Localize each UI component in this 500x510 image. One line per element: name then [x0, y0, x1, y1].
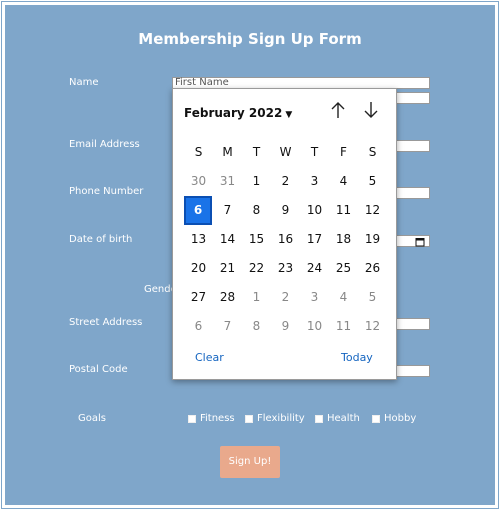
weekday-header: T	[252, 145, 261, 159]
calendar-day[interactable]: 8	[242, 196, 271, 224]
calendar-day[interactable]: 10	[300, 312, 329, 340]
street-input[interactable]	[396, 318, 430, 330]
calendar-day[interactable]: 18	[329, 225, 358, 253]
calendar-day[interactable]: 17	[300, 225, 329, 253]
calendar-day[interactable]: 4	[329, 167, 358, 195]
calendar-day[interactable]: 15	[242, 225, 271, 253]
phone-label: Phone Number	[69, 186, 144, 197]
calendar-day[interactable]: 30	[184, 167, 213, 195]
name-label: Name	[69, 77, 99, 88]
calendar-day[interactable]: 9	[271, 196, 300, 224]
weekday-header: F	[340, 145, 347, 159]
checkbox[interactable]	[188, 414, 196, 423]
weekday-header: T	[310, 145, 319, 159]
form-title: Membership Sign Up Form	[138, 30, 362, 48]
calendar-day[interactable]: 22	[242, 254, 271, 282]
goal-hobby[interactable]: Hobby	[372, 413, 416, 424]
postal-label: Postal Code	[69, 364, 128, 375]
calendar-day[interactable]: 28	[213, 283, 242, 311]
street-label: Street Address	[69, 317, 143, 328]
calendar-day[interactable]: 3	[300, 167, 329, 195]
calendar-day[interactable]: 16	[271, 225, 300, 253]
calendar-day[interactable]: 25	[329, 254, 358, 282]
checkbox[interactable]	[315, 414, 323, 423]
weekday-header: W	[279, 145, 292, 159]
goals-label: Goals	[78, 413, 106, 424]
calendar-day[interactable]: 2	[271, 283, 300, 311]
postal-input[interactable]	[396, 365, 430, 377]
calendar-day[interactable]: 23	[271, 254, 300, 282]
email-input[interactable]	[396, 140, 430, 152]
month-select[interactable]: February 2022 ▼	[184, 106, 292, 120]
checkbox[interactable]	[372, 414, 380, 423]
goal-flexibility[interactable]: Flexibility	[245, 413, 305, 424]
today-button[interactable]: Today	[341, 351, 373, 364]
calendar-day[interactable]: 4	[329, 283, 358, 311]
calendar-day[interactable]: 6	[184, 196, 212, 225]
calendar-day[interactable]: 27	[184, 283, 213, 311]
calendar-day[interactable]: 7	[213, 312, 242, 340]
calendar-day[interactable]: 11	[329, 196, 358, 224]
weekday-header: S	[368, 145, 377, 159]
calendar-day[interactable]: 7	[213, 196, 242, 224]
calendar-day[interactable]: 31	[213, 167, 242, 195]
dob-label: Date of birth	[69, 234, 133, 245]
calendar-day[interactable]: 13	[184, 225, 213, 253]
goal-fitness[interactable]: Fitness	[188, 413, 235, 424]
calendar-day[interactable]: 5	[358, 283, 387, 311]
calendar-day[interactable]: 6	[184, 312, 213, 340]
calendar-icon[interactable]	[415, 237, 425, 247]
weekday-header: S	[194, 145, 203, 159]
sign-up-button[interactable]: Sign Up!	[220, 446, 280, 478]
calendar-day[interactable]: 10	[300, 196, 329, 224]
date-picker-popup: February 2022 ▼ SMTWTFS 30 31 1 2 3 4 5 6 7 8 9 10 11…	[172, 88, 397, 380]
goal-health[interactable]: Health	[315, 413, 360, 424]
calendar-day[interactable]: 1	[242, 283, 271, 311]
checkbox[interactable]	[245, 414, 253, 423]
calendar-day[interactable]: 3	[300, 283, 329, 311]
weekday-header: M	[222, 145, 233, 159]
email-label: Email Address	[69, 139, 140, 150]
arrow-up-icon[interactable]	[330, 101, 346, 124]
calendar-day[interactable]: 2	[271, 167, 300, 195]
calendar-day[interactable]: 11	[329, 312, 358, 340]
calendar-day[interactable]: 9	[271, 312, 300, 340]
calendar-day[interactable]: 21	[213, 254, 242, 282]
calendar-day[interactable]: 24	[300, 254, 329, 282]
caret-down-icon: ▼	[285, 110, 293, 120]
calendar-day[interactable]: 12	[358, 312, 387, 340]
calendar-day[interactable]: 8	[242, 312, 271, 340]
calendar-day[interactable]: 5	[358, 167, 387, 195]
calendar-day[interactable]: 12	[358, 196, 387, 224]
clear-button[interactable]: Clear	[195, 351, 224, 364]
calendar-day[interactable]: 14	[213, 225, 242, 253]
calendar-day[interactable]: 19	[358, 225, 387, 253]
calendar-day[interactable]: 20	[184, 254, 213, 282]
calendar-day[interactable]: 1	[242, 167, 271, 195]
arrow-down-icon[interactable]	[363, 101, 379, 124]
phone-input[interactable]	[396, 187, 430, 199]
calendar-day[interactable]: 26	[358, 254, 387, 282]
